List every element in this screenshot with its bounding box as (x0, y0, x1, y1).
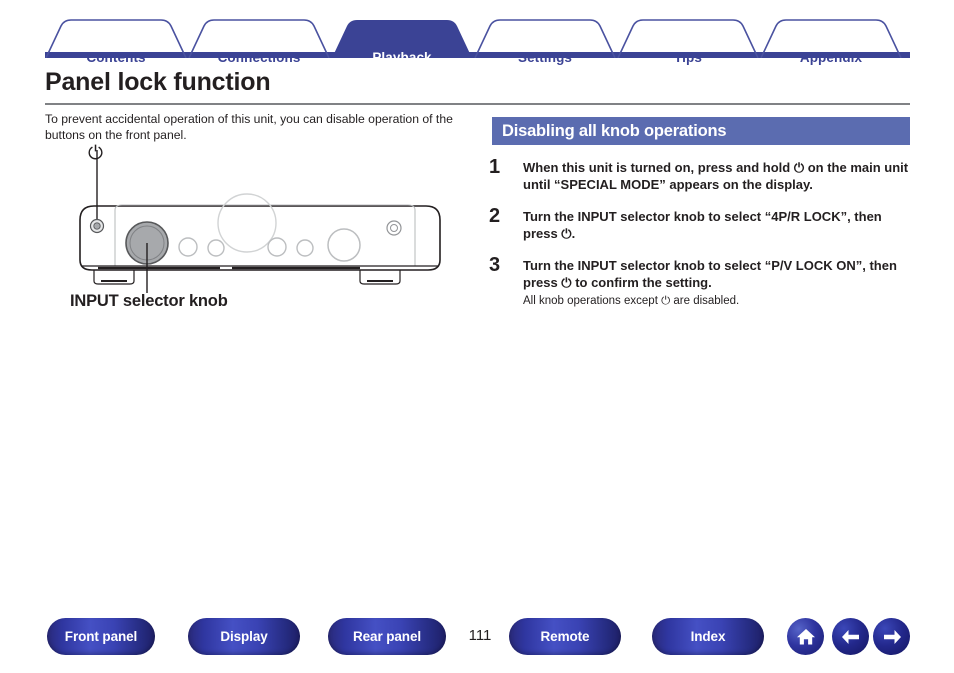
power-button-inner (93, 222, 101, 230)
step-list: 1 When this unit is turned on, press and… (489, 156, 914, 323)
step-text: When this unit is turned on, press and h… (523, 160, 909, 193)
headphone-jack-inner (390, 224, 398, 232)
button-3 (267, 237, 287, 257)
step-text: Turn the INPUT selector knob to select “… (523, 208, 882, 242)
index-button[interactable]: Index (652, 618, 764, 655)
step-number: 3 (489, 253, 501, 276)
front-panel-drawing (79, 150, 441, 293)
input-selector-knob-caption: INPUT selector knob (70, 292, 228, 310)
intro-paragraph: To prevent accidental operation of this … (45, 112, 453, 143)
tab-connections[interactable]: Connections (218, 50, 301, 65)
back-button[interactable] (832, 618, 869, 655)
button-2 (207, 239, 225, 257)
step-number: 1 (489, 156, 501, 178)
tab-appendix[interactable]: Appendix (800, 50, 862, 65)
front-panel-illustration: ⏻ (60, 144, 460, 293)
forward-button[interactable] (873, 618, 910, 655)
headphone-jack (386, 220, 402, 236)
list-item: 2 Turn the INPUT selector knob to select… (489, 204, 914, 243)
home-button[interactable] (787, 618, 824, 655)
footer-nav: Front panel Display Rear panel 111 Remot… (0, 618, 954, 658)
list-item: 3 Turn the INPUT selector knob to select… (489, 253, 914, 310)
tab-playback[interactable]: Playback (372, 50, 431, 65)
button-4 (296, 239, 314, 257)
power-symbol-icon: ⏻ (88, 142, 104, 164)
rear-panel-button[interactable]: Rear panel (328, 618, 446, 655)
tab-contents[interactable]: Contents (86, 50, 145, 65)
section-heading: Disabling all knob operations (492, 117, 910, 145)
front-panel-button[interactable]: Front panel (47, 618, 155, 655)
volume-knob (327, 228, 361, 262)
home-icon (796, 628, 815, 644)
list-item: 1 When this unit is turned on, press and… (489, 156, 914, 194)
arrow-left-icon (841, 629, 859, 644)
page-title: Panel lock function (45, 68, 271, 96)
button-1 (178, 237, 198, 257)
tab-settings[interactable]: Settings (518, 50, 572, 65)
remote-button[interactable]: Remote (509, 618, 621, 655)
step-text: Turn the INPUT selector knob to select “… (523, 257, 897, 291)
tab-bar: Contents Connections Playback Settings T… (0, 18, 954, 65)
step-note: All knob operations except ⏻ are disable… (523, 295, 740, 308)
step-number: 2 (489, 204, 501, 227)
page-number: 111 (468, 627, 492, 644)
display-circle (217, 193, 277, 253)
arrow-right-icon (883, 629, 901, 644)
display-button[interactable]: Display (188, 618, 300, 655)
tab-tips[interactable]: Tips (674, 50, 702, 65)
title-divider (45, 103, 910, 105)
